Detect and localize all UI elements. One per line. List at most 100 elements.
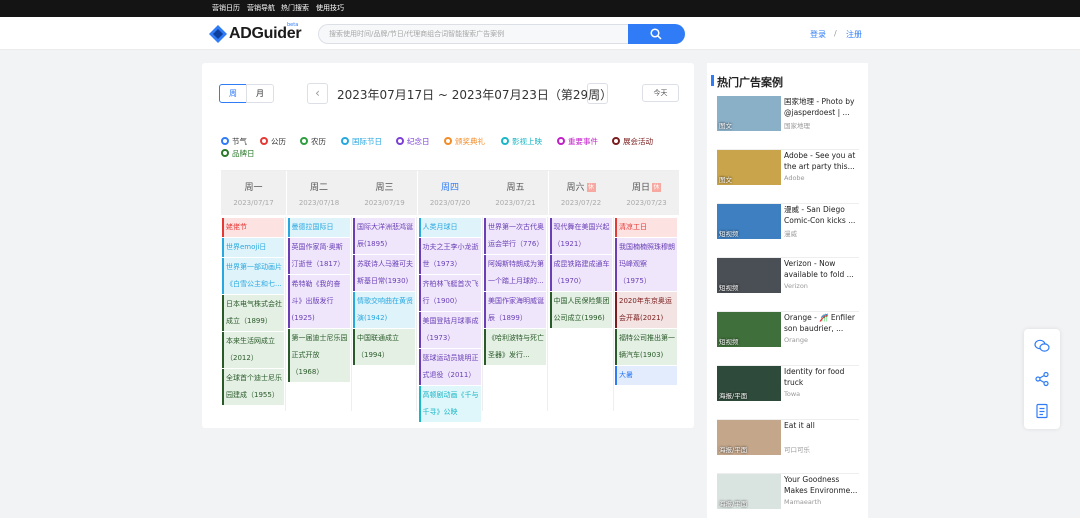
ad-case-item[interactable]: 短视频 Verizon - Now available to fold ... Ve…: [717, 258, 859, 312]
legend-item[interactable]: 节气: [221, 136, 247, 147]
calendar-event[interactable]: 高顿剧动画《千与千寻》公映: [418, 386, 481, 422]
calendar-event[interactable]: 现代舞在美国兴起（1921）: [549, 218, 612, 254]
calendar-event[interactable]: 美国作家海明威诞辰（1899）: [484, 292, 546, 328]
ad-case-title[interactable]: 国家地理 - Photo by @jasperdoest | ...: [784, 96, 859, 118]
ad-case-title[interactable]: Eat it all: [784, 420, 859, 431]
ad-case-thumbnail[interactable]: 短视频: [717, 258, 781, 293]
ad-case-title[interactable]: Adobe - See you at the art party this...: [784, 150, 859, 172]
calendar-event[interactable]: 国际大洋洲悲鸿诞辰(1895): [353, 218, 415, 254]
calendar-event[interactable]: 日本电气株式会社成立（1899）: [222, 295, 284, 331]
legend-radio-icon: [221, 149, 229, 157]
calendar-event[interactable]: 大暑: [615, 366, 677, 385]
nav-calendar-link[interactable]: 营销日历: [212, 3, 240, 13]
ad-case-title[interactable]: 漫威 - San Diego Comic-Con kicks ...: [784, 204, 859, 226]
calendar-event[interactable]: 美国登陆月球事成（1973）: [418, 312, 481, 348]
calendar-event[interactable]: 世界第一部动画片《白雪公主和七...: [222, 258, 284, 294]
brand-beta-badge: beta: [287, 22, 299, 28]
ad-case-title[interactable]: Orange - 🎢 Enfiler son baudrier, ...: [784, 312, 859, 334]
calendar-event[interactable]: 齐柏林飞艇首次飞行（1900）: [418, 275, 481, 311]
legend-item[interactable]: 重要事件: [557, 136, 598, 147]
search-input[interactable]: [318, 24, 629, 44]
day-column: 清凉工日 我国楠楠照珠穆朗玛峰观察（1975） 2020年东京奥运会开幕(2021)…: [614, 217, 679, 411]
register-link[interactable]: 注册: [846, 29, 862, 40]
calendar-event[interactable]: 姥佬节: [222, 218, 284, 237]
nav-guide-link[interactable]: 营销导航: [247, 3, 275, 13]
calendar-event[interactable]: 本来生活网成立（2012）: [222, 332, 284, 368]
calendar-event[interactable]: 英国作家简·奥斯汀逝世（1817）: [287, 238, 350, 274]
legend-item[interactable]: 农历: [300, 136, 326, 147]
month-view-tab[interactable]: 月: [246, 84, 274, 103]
ad-case-item[interactable]: 图文 Adobe - See you at the art party this.…: [717, 150, 859, 204]
legend-item[interactable]: 国际节日: [341, 136, 382, 147]
search-button[interactable]: [628, 24, 685, 44]
ad-case-thumbnail[interactable]: 海报/平面: [717, 474, 781, 509]
calendar-event[interactable]: 中国联通成立（1994）: [353, 329, 415, 365]
legend-radio-icon: [221, 137, 229, 145]
legend-item[interactable]: 品牌日: [221, 148, 255, 159]
ad-case-thumbnail[interactable]: 海报/平面: [717, 420, 781, 455]
week-view-tab[interactable]: 周: [219, 84, 247, 103]
ad-case-item[interactable]: 海报/平面 Eat it all 可口可乐: [717, 420, 859, 474]
ad-case-thumbnail[interactable]: 海报/平面: [717, 366, 781, 401]
calendar-event[interactable]: 世界emoji日: [222, 238, 284, 257]
calendar-event[interactable]: 苏联诗人马雅可夫斯基日常(1930): [353, 255, 415, 291]
document-icon[interactable]: [1034, 403, 1050, 419]
legend-item[interactable]: 公历: [260, 136, 286, 147]
calendar-event[interactable]: 中国人民保险集团公司成立(1996): [549, 292, 612, 328]
calendar-event[interactable]: 第一届迪士尼乐园正式开放（1968）: [287, 329, 350, 382]
legend-label: 农历: [311, 137, 326, 146]
ad-case-thumbnail[interactable]: 短视频: [717, 312, 781, 347]
calendar-event[interactable]: 清凉工日: [615, 218, 677, 237]
calendar-event[interactable]: 人类月球日: [418, 218, 481, 237]
nav-tips-link[interactable]: 使用技巧: [316, 3, 344, 13]
hot-cases-title: 热门广告案例: [711, 75, 783, 89]
legend-item[interactable]: 影视上映: [501, 136, 542, 147]
ad-case-item[interactable]: 海报/平面 Identity for food truck Towa: [717, 366, 859, 420]
nav-hot-search-link[interactable]: 热门搜索: [281, 3, 309, 13]
prev-week-button[interactable]: ‹: [307, 83, 328, 104]
legend-item[interactable]: 纪念日: [396, 136, 430, 147]
legend-radio-icon: [612, 137, 620, 145]
calendar-event[interactable]: 2020年东京奥运会开幕(2021): [615, 292, 677, 328]
ad-case-item[interactable]: 海报/平面 Your Goodness Makes Environme... Mam…: [717, 474, 859, 518]
ad-case-title[interactable]: Identity for food truck: [784, 366, 859, 388]
ad-case-title[interactable]: Verizon - Now available to fold ...: [784, 258, 859, 280]
legend-item[interactable]: 展会活动: [612, 136, 653, 147]
ad-case-item[interactable]: 短视频 Orange - 🎢 Enfiler son baudrier, ... O…: [717, 312, 859, 366]
ad-case-thumbnail[interactable]: 图文: [717, 96, 781, 131]
share-icon[interactable]: [1034, 371, 1050, 387]
day-date: 2023/07/20: [429, 199, 471, 207]
next-week-button[interactable]: ›: [587, 83, 608, 104]
calendar-event[interactable]: 曼德拉国际日: [287, 218, 350, 237]
calendar-event[interactable]: 福特公司推出第一辆汽车(1903): [615, 329, 677, 365]
calendar-event[interactable]: 成昆铁路建成通车（1970）: [549, 255, 612, 291]
wechat-icon[interactable]: [1034, 338, 1050, 354]
day-date: 2023/07/23: [626, 199, 667, 207]
legend-item[interactable]: 颁奖典礼: [444, 136, 485, 147]
ad-case-item[interactable]: 图文 国家地理 - Photo by @jasperdoest | ... 国家地理: [717, 96, 859, 150]
date-range-title: 2023年07月17日 ~ 2023年07月23日（第29周）: [337, 88, 613, 102]
calendar-event[interactable]: 功夫之王李小龙逝世（1973）: [418, 238, 481, 274]
ad-case-brand: 漫威: [784, 230, 797, 238]
floating-toolbar: [1024, 329, 1060, 429]
ad-case-type-tag: 海报/平面: [719, 500, 748, 508]
today-button[interactable]: 今天: [642, 84, 679, 102]
ad-case-title[interactable]: Your Goodness Makes Environme...: [784, 474, 859, 496]
calendar-event[interactable]: 情歌交响曲在黄贤演(1942): [353, 292, 415, 328]
calendar-event[interactable]: 阿姆斯特朗成为第一个踏上月球的...: [484, 255, 546, 291]
calendar-event[interactable]: 世界第一次古代奥运会举行（776）: [484, 218, 546, 254]
ad-case-thumbnail[interactable]: 短视频: [717, 204, 781, 239]
ad-case-thumbnail[interactable]: 图文: [717, 150, 781, 185]
ad-case-type-tag: 短视频: [719, 230, 739, 238]
calendar-event[interactable]: 篮球运动员姚明正式退役（2011）: [418, 349, 481, 385]
ad-case-brand: Adobe: [784, 174, 805, 182]
calendar-event[interactable]: 希特勒《我的奋斗》出版发行(1925): [287, 275, 350, 328]
brand-logo[interactable]: ADGuider beta: [209, 22, 302, 45]
calendar-event[interactable]: 全球首个迪士尼乐园建成（1955）: [222, 369, 284, 405]
calendar-event[interactable]: 我国楠楠照珠穆朗玛峰观察（1975）: [615, 238, 677, 291]
chevron-right-icon: ›: [595, 86, 600, 100]
calendar-event[interactable]: 《哈利波特与死亡圣器》发行...: [484, 329, 546, 365]
ad-case-item[interactable]: 短视频 漫威 - San Diego Comic-Con kicks ... 漫威: [717, 204, 859, 258]
login-link[interactable]: 登录: [810, 29, 826, 40]
legend-label: 国际节日: [352, 137, 382, 146]
